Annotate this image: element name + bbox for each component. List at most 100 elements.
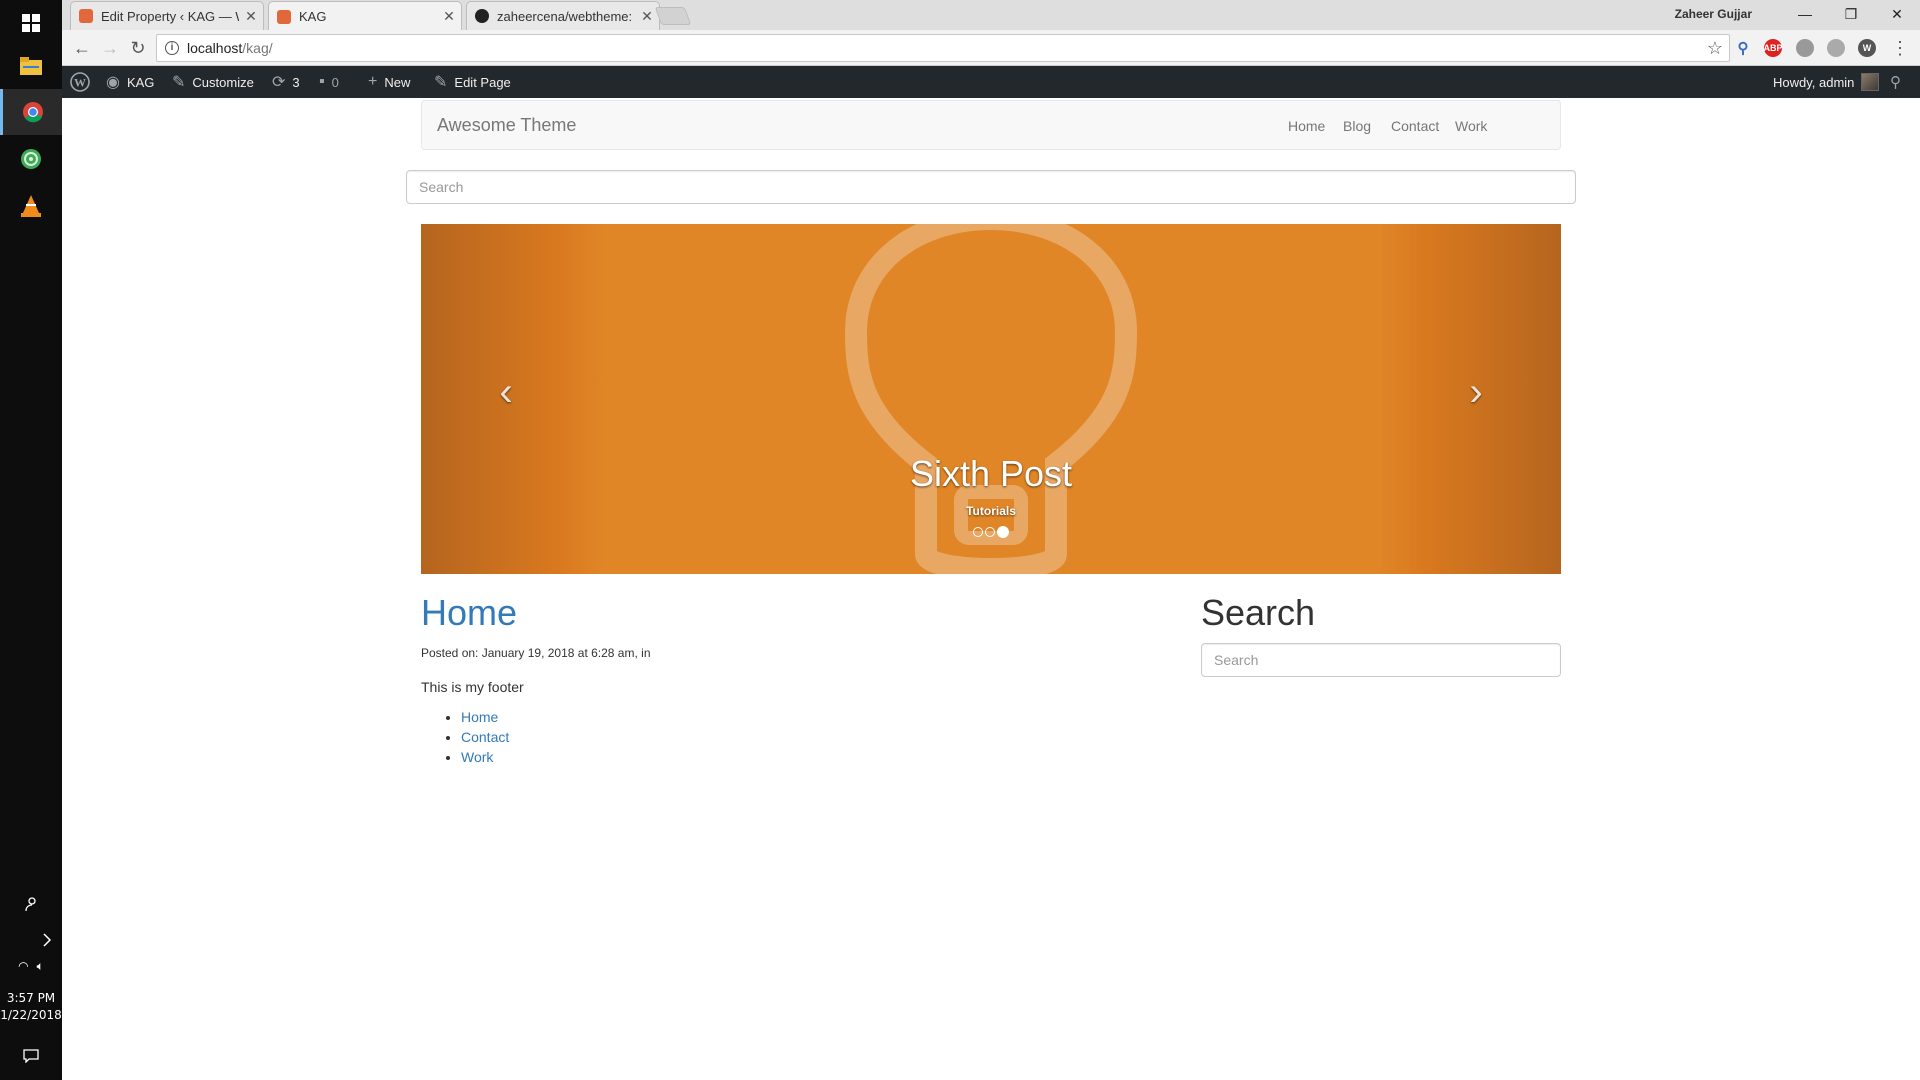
windows-taskbar: ◠ 🔈︎ 3:57 PM 1/22/2018 xyxy=(0,0,62,1080)
tab-edit-property[interactable]: Edit Property ‹ KAG — W ✕ xyxy=(70,1,264,30)
file-explorer-icon[interactable] xyxy=(0,43,62,89)
greeting-label: Howdy, admin xyxy=(1773,74,1855,90)
tab-strip: Edit Property ‹ KAG — W ✕ KAG ✕ zaheerce… xyxy=(62,0,1920,31)
wp-updates[interactable]: ⟳ 3 xyxy=(272,66,300,98)
site-name-label: KAG xyxy=(126,74,155,90)
footer-menu: Home Contact Work xyxy=(461,707,509,767)
wp-account[interactable]: Howdy, admin xyxy=(1773,66,1880,98)
carousel-prev-icon[interactable]: ‹ xyxy=(486,370,526,414)
clock-date[interactable]: 1/22/2018 xyxy=(0,1007,62,1023)
comments-count: 0 xyxy=(331,74,339,90)
footer-link-contact[interactable]: Contact xyxy=(461,729,509,745)
new-tab-button[interactable] xyxy=(654,7,692,25)
wp-customize[interactable]: ✎ Customize xyxy=(172,66,254,98)
list-item: Home xyxy=(461,707,509,727)
wp-edit-page[interactable]: ✎ Edit Page xyxy=(434,66,511,98)
carousel-next-icon[interactable]: › xyxy=(1456,370,1496,414)
carousel-indicator-active[interactable] xyxy=(997,526,1009,538)
wp-new[interactable]: + New xyxy=(368,66,410,98)
reload-icon[interactable]: ↻ xyxy=(126,36,150,60)
restore-icon[interactable]: ❐ xyxy=(1828,0,1874,28)
volume-icon[interactable]: 🔈︎ xyxy=(37,959,44,974)
github-favicon-icon xyxy=(475,9,489,23)
search-icon: ⚲ xyxy=(1890,74,1901,91)
back-icon[interactable]: ← xyxy=(70,36,94,60)
forward-icon[interactable]: → xyxy=(98,36,122,60)
url-host: localhost xyxy=(187,40,243,56)
extension-icon[interactable] xyxy=(1796,39,1814,57)
chrome-menu-icon[interactable]: ⋮ xyxy=(1888,36,1912,60)
footer-link-work[interactable]: Work xyxy=(461,749,493,765)
plus-icon: + xyxy=(368,73,378,90)
wp-site-name[interactable]: ◉ KAG xyxy=(106,66,154,98)
list-item: Contact xyxy=(461,727,509,747)
close-icon[interactable]: ✕ xyxy=(437,8,461,25)
post-body: This is my footer xyxy=(421,679,524,695)
post-meta: Posted on: January 19, 2018 at 6:28 am, … xyxy=(421,646,651,660)
clock-time[interactable]: 3:57 PM xyxy=(0,990,62,1006)
minimize-icon[interactable]: — xyxy=(1782,0,1828,28)
wordpress-extension-icon[interactable]: W xyxy=(1858,39,1876,57)
lightbulb-icon xyxy=(844,224,1138,574)
site-brand[interactable]: Awesome Theme xyxy=(437,115,576,136)
bookmark-star-icon[interactable]: ☆ xyxy=(1707,38,1723,59)
wp-comments[interactable]: ▪ 0 xyxy=(319,66,339,98)
carousel-indicators xyxy=(421,526,1561,538)
window-close-icon[interactable]: ✕ xyxy=(1874,0,1920,28)
new-label: New xyxy=(384,74,411,90)
vlc-icon[interactable] xyxy=(0,183,62,229)
chrome-icon[interactable] xyxy=(0,89,62,135)
browser-user-name[interactable]: Zaheer Gujjar xyxy=(1675,7,1752,21)
menu-link-contact[interactable]: Contact xyxy=(1391,118,1439,134)
site-info-icon[interactable]: i xyxy=(165,41,179,55)
carousel-indicator[interactable] xyxy=(985,527,995,537)
xampp-favicon-icon xyxy=(79,9,93,23)
tray-icons: ◠ 🔈︎ xyxy=(0,952,62,980)
tab-github[interactable]: zaheercena/webtheme: T ✕ xyxy=(466,1,660,30)
tab-title: Edit Property ‹ KAG — W xyxy=(101,8,239,24)
carousel-caption: Sixth Post Tutorials xyxy=(421,452,1561,518)
post-title[interactable]: Home xyxy=(421,592,517,634)
edit-page-label: Edit Page xyxy=(454,74,511,90)
tab-title: KAG xyxy=(299,9,327,24)
sidebar-widget-title: Search xyxy=(1201,592,1316,633)
updates-count: 3 xyxy=(292,74,300,90)
sidebar-search-input[interactable] xyxy=(1201,643,1561,677)
action-center-icon[interactable] xyxy=(0,1038,62,1074)
page-content: Awesome Theme Home Blog Contact Work ‹ ›… xyxy=(62,98,1920,1080)
pencil-icon: ✎ xyxy=(434,74,448,91)
menu-link-home[interactable]: Home xyxy=(1288,118,1325,134)
people-icon[interactable] xyxy=(0,886,62,922)
browser-toolbar: ← → ↻ i localhost/kag/ ☆ ⚲ ABP W ⋮ xyxy=(62,30,1920,66)
globe-extension-icon[interactable] xyxy=(1827,39,1845,57)
top-search-input[interactable] xyxy=(406,170,1576,204)
avatar xyxy=(1861,73,1880,91)
wp-search-icon[interactable]: ⚲ xyxy=(1890,66,1901,98)
tab-kag[interactable]: KAG ✕ xyxy=(268,1,462,31)
adblock-plus-icon[interactable]: ABP xyxy=(1764,39,1783,57)
list-item: Work xyxy=(461,747,509,767)
url-path: /kag/ xyxy=(242,40,273,56)
brush-icon: ✎ xyxy=(172,74,186,91)
footer-link-home[interactable]: Home xyxy=(461,709,498,725)
carousel-title[interactable]: Sixth Post xyxy=(421,452,1561,496)
address-bar[interactable]: i localhost/kag/ ☆ xyxy=(156,34,1730,62)
customize-label: Customize xyxy=(192,74,254,90)
windows-start-icon[interactable] xyxy=(0,0,62,46)
browser-window: Edit Property ‹ KAG — W ✕ KAG ✕ zaheerce… xyxy=(62,0,1920,66)
updates-icon: ⟳ xyxy=(272,74,286,91)
tab-title: zaheercena/webtheme: T xyxy=(497,8,635,24)
close-icon[interactable]: ✕ xyxy=(239,8,263,25)
wifi-icon[interactable]: ◠ xyxy=(18,959,28,973)
carousel-category[interactable]: Tutorials xyxy=(421,504,1561,518)
wp-admin-bar: W ◉ KAG ✎ Customize ⟳ 3 ▪ 0 + New ✎ Edit… xyxy=(62,66,1920,98)
svg-text:W: W xyxy=(74,76,86,90)
site-navbar: Awesome Theme Home Blog Contact Work xyxy=(421,100,1561,150)
carousel-indicator[interactable] xyxy=(973,527,983,537)
search-extension-icon[interactable]: ⚲ xyxy=(1734,39,1752,57)
app-icon[interactable] xyxy=(0,136,62,182)
menu-link-blog[interactable]: Blog xyxy=(1343,118,1371,134)
comment-icon: ▪ xyxy=(319,73,325,90)
menu-link-work[interactable]: Work xyxy=(1455,118,1487,134)
wordpress-logo-icon[interactable]: W xyxy=(70,66,90,98)
